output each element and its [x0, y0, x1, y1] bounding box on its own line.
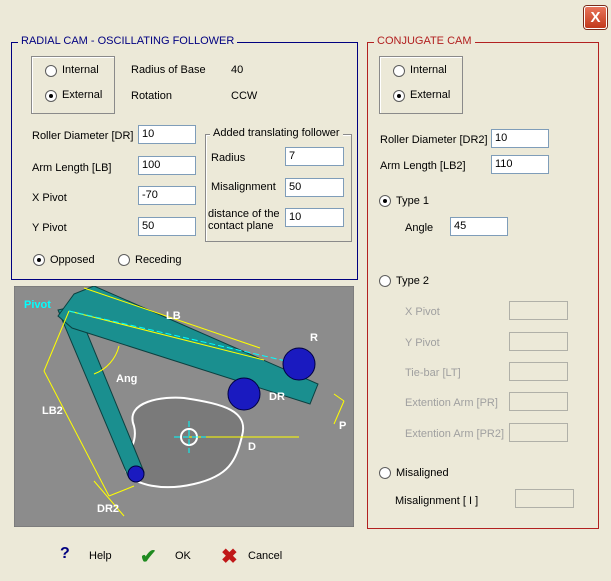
y-pivot-label: Y Pivot	[32, 222, 67, 234]
y-pivot-input[interactable]: 50	[138, 217, 196, 236]
internal-label: Internal	[62, 64, 99, 76]
roller-diameter-input[interactable]: 10	[138, 125, 196, 144]
ext-arm-pr-input[interactable]	[509, 392, 568, 411]
roller-r	[282, 347, 316, 381]
label-pivot: Pivot	[24, 299, 51, 311]
conj-internal-radio[interactable]	[393, 65, 405, 77]
tie-bar-input[interactable]	[509, 362, 568, 381]
conj-y-pivot-input[interactable]	[509, 332, 568, 351]
ext-arm-pr2-label: Extention Arm [PR2]	[405, 428, 505, 440]
tie-bar-label: Tie-bar [LT]	[405, 367, 461, 379]
conj-internal-label: Internal	[410, 64, 447, 76]
cancel-button[interactable]: Cancel	[248, 550, 282, 562]
radius-of-base-label: Radius of Base	[131, 64, 206, 76]
receding-label: Receding	[135, 254, 182, 266]
distance-label-1: distance of the	[208, 208, 280, 220]
opposed-label: Opposed	[50, 254, 95, 266]
help-icon[interactable]: ?	[60, 545, 70, 563]
roller-dr	[227, 377, 261, 411]
type2-label: Type 2	[396, 275, 430, 287]
ok-button[interactable]: OK	[175, 550, 191, 562]
cancel-x-icon[interactable]: ✖	[221, 544, 238, 569]
conj-external-label: External	[410, 89, 451, 101]
label-dr: DR	[269, 391, 285, 403]
internal-radio[interactable]	[45, 65, 57, 77]
distance-label-2: contact plane	[208, 220, 274, 232]
type2-radio[interactable]	[379, 275, 391, 287]
conj-x-pivot-label: X Pivot	[405, 306, 440, 318]
label-lb2: LB2	[42, 405, 63, 417]
roller-dr2	[127, 465, 145, 483]
conj-misalignment-label: Misalignment [ I ]	[395, 495, 479, 507]
mechanism-diagram: Pivot LB R Ang DR LB2 P D DR2	[14, 286, 354, 527]
roller-diameter-label: Roller Diameter [DR]	[32, 130, 134, 142]
label-p: P	[339, 420, 346, 432]
conj-arm-length-input[interactable]: 110	[491, 155, 549, 174]
label-r: R	[310, 332, 318, 344]
label-ang: Ang	[116, 373, 137, 385]
conjugate-cam-title: CONJUGATE CAM	[374, 35, 475, 47]
external-label: External	[62, 89, 103, 101]
rotation-value: CCW	[231, 90, 258, 102]
x-pivot-input[interactable]: -70	[138, 186, 196, 205]
translating-misalignment-label: Misalignment	[211, 181, 276, 193]
label-dr2: DR2	[97, 503, 119, 515]
help-button[interactable]: Help	[89, 550, 112, 562]
label-lb: LB	[166, 310, 181, 322]
conj-y-pivot-label: Y Pivot	[405, 337, 440, 349]
x-pivot-label: X Pivot	[32, 192, 67, 204]
receding-radio[interactable]	[118, 254, 130, 266]
translating-radius-label: Radius	[211, 152, 246, 164]
ok-check-icon[interactable]: ✔	[140, 544, 157, 569]
radius-of-base-value: 40	[231, 64, 244, 76]
ext-arm-pr2-input[interactable]	[509, 423, 568, 442]
conj-arm-length-label: Arm Length [LB2]	[380, 160, 466, 172]
translating-follower-title: Added translating follower	[210, 127, 343, 139]
type1-radio[interactable]	[379, 195, 391, 207]
angle-input[interactable]: 45	[450, 217, 508, 236]
conj-roller-diameter-input[interactable]: 10	[491, 129, 549, 148]
angle-label: Angle	[405, 222, 434, 234]
translating-radius-input[interactable]: 7	[285, 147, 344, 166]
conj-x-pivot-input[interactable]	[509, 301, 568, 320]
arm-length-input[interactable]: 100	[138, 156, 196, 175]
external-radio[interactable]	[45, 90, 57, 102]
misaligned-label: Misaligned	[396, 467, 449, 479]
misaligned-radio[interactable]	[379, 467, 391, 479]
conj-misalignment-input[interactable]	[515, 489, 574, 508]
title-bar	[0, 0, 611, 31]
close-button[interactable]: X	[584, 6, 607, 29]
label-d: D	[248, 441, 256, 453]
conj-external-radio[interactable]	[393, 90, 405, 102]
type1-label: Type 1	[396, 195, 430, 207]
arm-length-label: Arm Length [LB]	[32, 162, 112, 174]
radial-cam-title: RADIAL CAM - OSCILLATING FOLLOWER	[18, 35, 238, 47]
conj-roller-diameter-label: Roller Diameter [DR2]	[380, 134, 488, 146]
ext-arm-pr-label: Extention Arm [PR]	[405, 397, 498, 409]
opposed-radio[interactable]	[33, 254, 45, 266]
translating-misalignment-input[interactable]: 50	[285, 178, 344, 197]
rotation-label: Rotation	[131, 90, 172, 102]
distance-input[interactable]: 10	[285, 208, 344, 227]
